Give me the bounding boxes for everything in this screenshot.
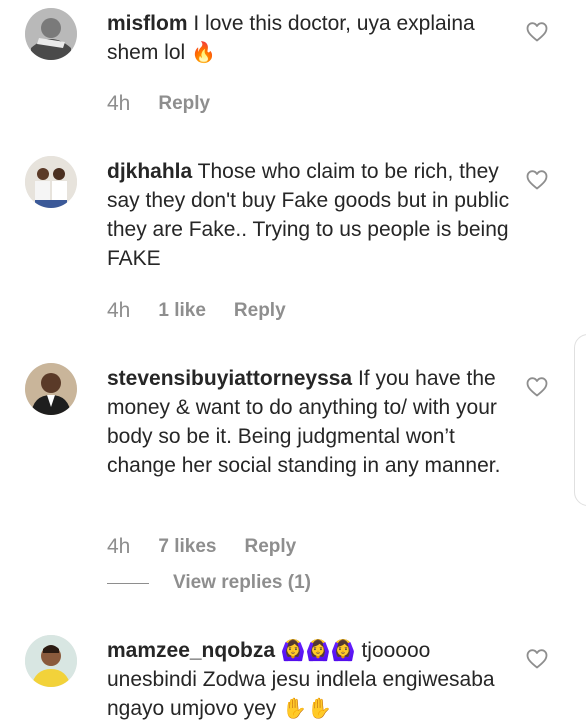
heart-outline-icon[interactable] (525, 168, 549, 192)
avatar[interactable] (25, 8, 77, 60)
comment-time: 4h (107, 92, 131, 115)
view-replies-divider (107, 582, 149, 584)
comment-text: stevensibuyiattorneyssa If you have the … (107, 364, 512, 480)
reply-button[interactable]: Reply (234, 300, 286, 322)
avatar[interactable] (25, 363, 77, 415)
facepalm-emoji: 🙆‍♀️🙆‍♀️🙆‍♀️ (280, 640, 356, 662)
view-replies-button[interactable]: View replies (1) (107, 572, 311, 594)
heart-outline-icon[interactable] (525, 647, 549, 671)
comment-time: 4h (107, 535, 131, 558)
reply-button[interactable]: Reply (158, 93, 210, 115)
reply-button[interactable]: Reply (244, 536, 296, 558)
comment-username[interactable]: mamzee_nqobza (107, 639, 275, 662)
comment-username[interactable]: stevensibuyiattorneyssa (107, 367, 352, 390)
comment-text: mamzee_nqobza 🙆‍♀️🙆‍♀️🙆‍♀️ tjooooo unesb… (107, 636, 512, 723)
comment-username[interactable]: misflom (107, 12, 188, 35)
raised-hand-emoji: ✋✋ (282, 698, 332, 720)
view-replies-label: View replies (1) (173, 572, 311, 593)
likes-count[interactable]: 1 like (158, 300, 206, 322)
comment-meta: 4h 1 like Reply (107, 299, 286, 323)
heart-outline-icon[interactable] (525, 375, 549, 399)
comment-time: 4h (107, 299, 131, 322)
side-scroll-handle[interactable] (574, 334, 586, 506)
comment-meta: 4h Reply (107, 92, 210, 116)
comment-text: misflom I love this doctor, uya explaina… (107, 9, 512, 67)
comment-username[interactable]: djkhahla (107, 160, 192, 183)
avatar[interactable] (25, 156, 77, 208)
fire-emoji: 🔥 (191, 42, 216, 64)
avatar[interactable] (25, 635, 77, 687)
heart-outline-icon[interactable] (525, 20, 549, 44)
likes-count[interactable]: 7 likes (158, 536, 216, 558)
comment-text: djkhahla Those who claim to be rich, the… (107, 157, 512, 273)
comment-meta: 4h 7 likes Reply (107, 535, 296, 559)
